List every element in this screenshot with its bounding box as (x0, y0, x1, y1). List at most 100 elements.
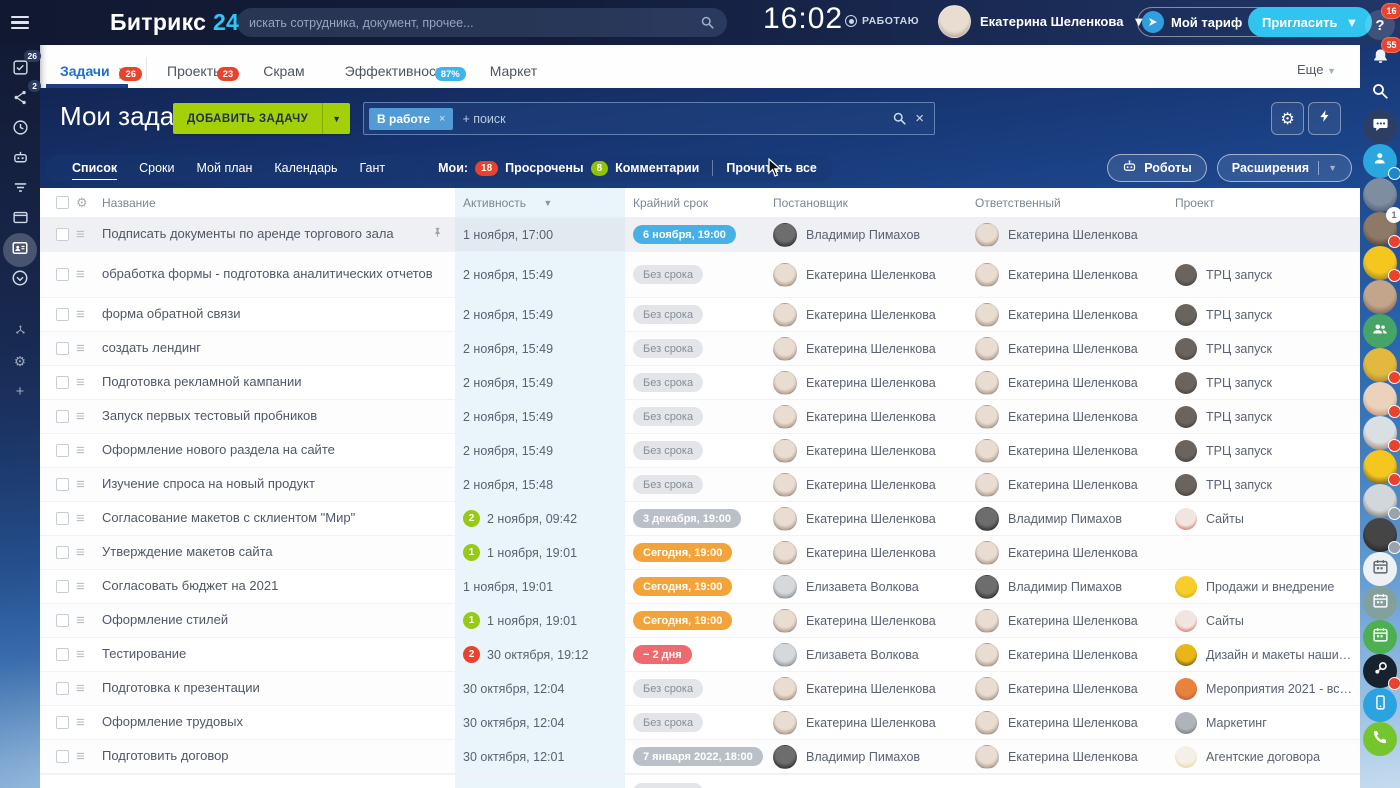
drag-handle-icon[interactable]: ≡ (76, 544, 102, 561)
responsible-cell[interactable]: Екатерина Шеленкова (975, 371, 1175, 395)
drag-handle-icon[interactable]: ≡ (76, 374, 102, 391)
sidebar-item-contact-card[interactable] (3, 233, 37, 267)
drag-handle-icon[interactable]: ≡ (76, 408, 102, 425)
responsible-cell[interactable]: Екатерина Шеленкова (975, 711, 1175, 735)
table-row[interactable]: ≡Оформление трудовых30 октября, 12:04Без… (40, 706, 1360, 740)
row-checkbox[interactable] (56, 716, 69, 729)
deadline-badge[interactable]: Без срока (633, 305, 703, 324)
tab-маркет[interactable]: Маркет (470, 63, 557, 88)
row-checkbox[interactable] (56, 410, 69, 423)
comments-count-badge[interactable]: 8 (591, 161, 609, 176)
app-logo[interactable]: Битрикс 24 (110, 9, 239, 36)
table-row[interactable]: ≡Согласовать бюджет на 20211 ноября, 19:… (40, 570, 1360, 604)
drag-handle-icon[interactable]: ≡ (76, 476, 102, 493)
project-cell[interactable]: Сайты (1175, 508, 1360, 530)
setter-cell[interactable]: Екатерина Шеленкова (773, 609, 975, 633)
invite-button[interactable]: Пригласить▼ (1248, 7, 1372, 37)
sidebar-item-robot[interactable] (3, 143, 37, 177)
drag-handle-icon[interactable]: ≡ (76, 714, 102, 731)
project-cell[interactable]: Маркетинг (1175, 712, 1360, 734)
column-header-name[interactable]: Название (102, 196, 455, 210)
setter-cell[interactable]: Екатерина Шеленкова (773, 473, 975, 497)
close-icon[interactable]: × (439, 113, 445, 125)
column-header-activity[interactable]: Активность ▼ (455, 188, 625, 217)
table-row[interactable]: ≡Тестирование230 октября, 19:12− 2 дняЕл… (40, 638, 1360, 672)
project-cell[interactable]: Мероприятия 2021 - вс… (1175, 678, 1360, 700)
responsible-cell[interactable]: Екатерина Шеленкова (975, 337, 1175, 361)
deadline-badge[interactable]: Без срока (633, 373, 703, 392)
table-row[interactable]: ≡Оформление стилей11 ноября, 19:01Сегодн… (40, 604, 1360, 638)
view-tab-сроки[interactable]: Сроки (128, 161, 185, 175)
add-task-button[interactable]: ДОБАВИТЬ ЗАДАЧУ ▼ (173, 103, 350, 134)
tab-скрам[interactable]: Скрам (243, 63, 324, 88)
project-cell[interactable]: ТРЦ запуск (1175, 440, 1360, 462)
table-row[interactable]: ≡Оформление нового раздела на сайте2 ноя… (40, 434, 1360, 468)
global-search-input[interactable] (249, 16, 692, 30)
deadline-badge[interactable]: Без срока (633, 713, 703, 732)
setter-cell[interactable]: Елизавета Волкова (773, 575, 975, 599)
sidebar-item-gear[interactable]: ⚙ (6, 348, 35, 377)
drag-handle-icon[interactable]: ≡ (76, 442, 102, 459)
user-menu[interactable]: Екатерина Шеленкова ▼ (938, 5, 1145, 38)
responsible-cell[interactable]: Екатерина Шеленкова (975, 541, 1175, 565)
setter-cell[interactable]: Екатерина Шеленкова (773, 337, 975, 361)
deadline-badge[interactable]: Сегодня, 19:00 (633, 543, 732, 562)
avatar[interactable]: 1 (1363, 212, 1397, 246)
deadline-badge[interactable]: 7 января 2022, 18:00 (633, 747, 763, 766)
sidebar-item-calendar[interactable] (1363, 586, 1397, 620)
drag-handle-icon[interactable]: ≡ (76, 340, 102, 357)
task-name[interactable]: Подготовить договор (102, 748, 455, 764)
project-cell[interactable]: Агентские договора (1175, 746, 1360, 768)
row-checkbox[interactable] (56, 342, 69, 355)
avatar[interactable] (1363, 518, 1397, 552)
responsible-cell[interactable]: Владимир Пимахов (975, 507, 1175, 531)
row-checkbox[interactable] (56, 614, 69, 627)
table-row[interactable]: ≡Подготовить договор30 октября, 12:017 я… (40, 740, 1360, 774)
setter-cell[interactable]: Владимир Пимахов (773, 223, 975, 247)
comments-link[interactable]: Комментарии (615, 161, 699, 175)
deadline-badge[interactable]: Без срока (633, 407, 703, 426)
row-checkbox[interactable] (56, 268, 69, 281)
sidebar-item-plus[interactable]: + (6, 378, 35, 407)
drag-handle-icon[interactable]: ≡ (76, 578, 102, 595)
deadline-badge[interactable]: 6 ноября, 19:00 (633, 225, 736, 244)
tab-эффективность[interactable]: Эффективность87% (325, 63, 470, 88)
drag-handle-icon[interactable]: ≡ (76, 612, 102, 629)
sidebar-item-search[interactable] (1363, 76, 1397, 110)
task-name[interactable]: форма обратной связи (102, 306, 455, 322)
responsible-cell[interactable]: Екатерина Шеленкова (975, 609, 1175, 633)
filter-chip[interactable]: В работе× (369, 108, 453, 130)
table-row[interactable]: ≡Согласование макетов с склиентом "Мир"2… (40, 502, 1360, 536)
sidebar-item-bell[interactable]: 55 (1363, 42, 1397, 76)
setter-cell[interactable]: Екатерина Шеленкова (773, 405, 975, 429)
sidebar-item-calendar[interactable] (1363, 620, 1397, 654)
sidebar-item-people[interactable] (1363, 314, 1397, 348)
drag-handle-icon[interactable]: ≡ (76, 306, 102, 323)
chevron-down-icon[interactable]: ▼ (322, 103, 350, 134)
table-row[interactable]: ≡Подготовка к презентации30 октября, 12:… (40, 672, 1360, 706)
row-checkbox[interactable] (56, 376, 69, 389)
search-icon[interactable] (700, 15, 715, 30)
sidebar-item-device[interactable] (1363, 688, 1397, 722)
task-name[interactable]: Запуск первых тестовый пробников (102, 408, 455, 424)
task-name[interactable]: Подписать документы по аренде торгового … (102, 226, 455, 243)
column-header-project[interactable]: Проект (1175, 196, 1360, 210)
more-menu[interactable]: Еще ▼ (1297, 62, 1360, 88)
table-row[interactable]: ≡Подписать документы по аренде торгового… (40, 218, 1360, 252)
row-checkbox[interactable] (56, 228, 69, 241)
view-tab-мой-план[interactable]: Мой план (186, 161, 264, 175)
responsible-cell[interactable]: Екатерина Шеленкова (975, 263, 1175, 287)
setter-cell[interactable]: Екатерина Шеленкова (773, 303, 975, 327)
deadline-badge[interactable]: Без срока (633, 339, 703, 358)
sidebar-item-nodes[interactable] (6, 318, 35, 347)
responsible-cell[interactable]: Екатерина Шеленкова (975, 473, 1175, 497)
table-row[interactable]: ≡обработка формы - подготовка аналитичес… (40, 252, 1360, 298)
project-cell[interactable]: ТРЦ запуск (1175, 372, 1360, 394)
task-name[interactable]: Утверждение макетов сайта (102, 544, 455, 560)
robots-button[interactable]: Роботы (1107, 154, 1207, 182)
view-tab-список[interactable]: Список (61, 161, 128, 175)
table-row[interactable]: ≡Подготовка рекламной кампании2 ноября, … (40, 366, 1360, 400)
sidebar-item-phone[interactable] (1363, 722, 1397, 756)
table-row[interactable]: ≡Запуск первых тестовый пробников2 ноябр… (40, 400, 1360, 434)
row-checkbox[interactable] (56, 546, 69, 559)
